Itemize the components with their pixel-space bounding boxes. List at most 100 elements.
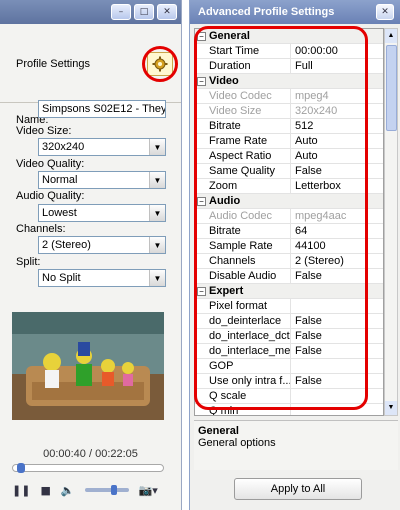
- video-quality-select[interactable]: Normal ▼: [38, 171, 166, 189]
- property-name: Zoom: [195, 179, 291, 193]
- property-row[interactable]: Channels 2 (Stereo): [195, 254, 383, 269]
- window-title: Advanced Profile Settings: [198, 6, 335, 18]
- property-value[interactable]: [291, 389, 383, 403]
- property-row[interactable]: Pixel format: [195, 299, 383, 314]
- chevron-down-icon[interactable]: ▼: [149, 205, 165, 221]
- video-quality-value: Normal: [42, 174, 78, 186]
- property-value[interactable]: [291, 404, 383, 415]
- property-row[interactable]: Sample Rate 44100: [195, 239, 383, 254]
- property-name: do_interlace_dct: [195, 329, 291, 343]
- property-row[interactable]: Disable Audio False: [195, 269, 383, 284]
- property-name: Disable Audio: [195, 269, 291, 283]
- profile-window-titlebar: – □ ✕: [0, 0, 181, 24]
- vertical-scrollbar[interactable]: ▲ ▼: [384, 28, 398, 416]
- property-row[interactable]: do_interlace_me False: [195, 344, 383, 359]
- property-value[interactable]: Auto: [291, 149, 383, 163]
- property-row[interactable]: Use only intra f... False: [195, 374, 383, 389]
- playback-time: 00:00:40 / 00:22:05: [43, 448, 138, 460]
- property-row[interactable]: Duration Full: [195, 59, 383, 74]
- property-row[interactable]: Video Codec mpeg4: [195, 89, 383, 104]
- property-value[interactable]: False: [291, 374, 383, 388]
- property-category[interactable]: − Expert: [195, 284, 383, 299]
- property-row[interactable]: Aspect Ratio Auto: [195, 149, 383, 164]
- property-value[interactable]: Full: [291, 59, 383, 73]
- scroll-thumb[interactable]: [386, 45, 397, 131]
- collapse-icon[interactable]: −: [197, 196, 206, 206]
- channels-select[interactable]: 2 (Stereo) ▼: [38, 236, 166, 254]
- property-value[interactable]: 44100: [291, 239, 383, 253]
- video-quality-label: Video Quality:: [16, 158, 85, 170]
- property-name: Pixel format: [195, 299, 291, 313]
- profile-window-body: Profile Settings Name: Simpsons S02E12 -…: [0, 24, 181, 510]
- property-row[interactable]: Bitrate 64: [195, 224, 383, 239]
- property-row[interactable]: do_deinterlace False: [195, 314, 383, 329]
- video-size-value: 320x240: [42, 141, 85, 153]
- chevron-down-icon[interactable]: ▼: [149, 270, 165, 286]
- property-category[interactable]: − Audio: [195, 194, 383, 209]
- description-text: General options: [198, 437, 276, 449]
- stop-icon[interactable]: ■: [40, 484, 50, 497]
- volume-slider[interactable]: [84, 485, 129, 495]
- property-name: Frame Rate: [195, 134, 291, 148]
- property-row[interactable]: Video Size 320x240: [195, 104, 383, 119]
- property-category[interactable]: − General: [195, 29, 383, 44]
- camera-icon[interactable]: 📷▾: [139, 484, 158, 497]
- video-size-select[interactable]: 320x240 ▼: [38, 138, 166, 156]
- property-value[interactable]: False: [291, 314, 383, 328]
- maximize-button[interactable]: □: [134, 4, 154, 20]
- property-value[interactable]: False: [291, 164, 383, 178]
- property-row[interactable]: Audio Codec mpeg4aac: [195, 209, 383, 224]
- apply-to-all-button[interactable]: Apply to All: [234, 478, 362, 500]
- property-row[interactable]: Q min: [195, 404, 383, 415]
- close-button[interactable]: ✕: [376, 4, 394, 20]
- pause-icon[interactable]: ❚❚: [12, 484, 30, 497]
- property-value[interactable]: Letterbox: [291, 179, 383, 193]
- property-value[interactable]: 64: [291, 224, 383, 238]
- property-value[interactable]: Auto: [291, 134, 383, 148]
- property-row[interactable]: do_interlace_dct False: [195, 329, 383, 344]
- category-label: Expert: [209, 285, 244, 297]
- volume-icon[interactable]: 🔈: [61, 484, 75, 497]
- close-button[interactable]: ✕: [157, 4, 177, 20]
- collapse-icon[interactable]: −: [197, 286, 206, 296]
- volume-knob[interactable]: [110, 485, 117, 495]
- seek-knob[interactable]: [17, 463, 26, 473]
- collapse-icon[interactable]: −: [197, 31, 206, 41]
- property-name: GOP: [195, 359, 291, 373]
- property-name: Sample Rate: [195, 239, 291, 253]
- property-name: Same Quality: [195, 164, 291, 178]
- property-row[interactable]: Zoom Letterbox: [195, 179, 383, 194]
- property-row[interactable]: Start Time 00:00:00: [195, 44, 383, 59]
- category-label: General: [209, 30, 250, 42]
- property-value[interactable]: False: [291, 269, 383, 283]
- property-value[interactable]: False: [291, 344, 383, 358]
- property-row[interactable]: GOP: [195, 359, 383, 374]
- property-row[interactable]: Q scale: [195, 389, 383, 404]
- category-header: − Expert: [195, 284, 291, 298]
- property-category[interactable]: − Video: [195, 74, 383, 89]
- name-field[interactable]: Simpsons S02E12 - They Way ': [38, 100, 166, 118]
- property-grid[interactable]: − General Start Time 00:00:00 Duration Full − V…: [194, 28, 384, 416]
- property-value[interactable]: [291, 299, 383, 313]
- property-value[interactable]: [291, 359, 383, 373]
- property-row[interactable]: Bitrate 512: [195, 119, 383, 134]
- chevron-down-icon[interactable]: ▼: [149, 237, 165, 253]
- minimize-button[interactable]: –: [111, 4, 131, 20]
- audio-quality-select[interactable]: Lowest ▼: [38, 204, 166, 222]
- property-value[interactable]: 512: [291, 119, 383, 133]
- category-header: − Audio: [195, 194, 291, 208]
- property-value[interactable]: 2 (Stereo): [291, 254, 383, 268]
- scroll-down-icon[interactable]: ▼: [385, 401, 397, 415]
- property-value[interactable]: 00:00:00: [291, 44, 383, 58]
- collapse-icon[interactable]: −: [197, 76, 206, 86]
- property-value[interactable]: False: [291, 329, 383, 343]
- chevron-down-icon[interactable]: ▼: [149, 172, 165, 188]
- chevron-down-icon[interactable]: ▼: [149, 139, 165, 155]
- scroll-up-icon[interactable]: ▲: [385, 29, 397, 43]
- property-row[interactable]: Frame Rate Auto: [195, 134, 383, 149]
- split-select[interactable]: No Split ▼: [38, 269, 166, 287]
- property-row[interactable]: Same Quality False: [195, 164, 383, 179]
- profile-settings-label: Profile Settings: [16, 58, 90, 70]
- seek-bar[interactable]: [12, 463, 164, 473]
- category-header: − Video: [195, 74, 291, 88]
